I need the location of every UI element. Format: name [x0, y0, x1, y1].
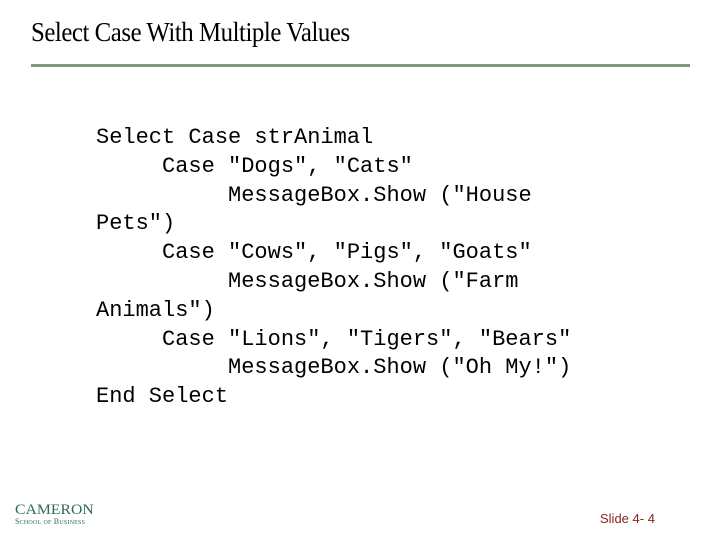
code-line: MessageBox.Show ("Oh My!")	[96, 355, 572, 381]
code-line: End Select	[96, 384, 229, 410]
logo-name: CAMERON	[15, 502, 94, 518]
title-divider	[31, 64, 690, 67]
code-block: Select Case strAnimal Case "Dogs", "Cats…	[96, 124, 571, 412]
code-line: Case "Lions", "Tigers", "Bears"	[96, 326, 572, 352]
code-line: Case "Cows", "Pigs", "Goats"	[96, 240, 532, 266]
logo-subtitle: School of Business	[15, 517, 86, 526]
code-line: MessageBox.Show ("Farm	[96, 268, 519, 294]
code-line: Pets")	[96, 211, 176, 237]
code-line: Case "Dogs", "Cats"	[96, 153, 413, 179]
slide-title: Select Case With Multiple Values	[31, 17, 350, 47]
code-line: Select Case strAnimal	[96, 125, 374, 150]
code-line: Animals")	[96, 297, 215, 323]
slide-number: Slide 4- 4	[600, 511, 655, 526]
code-line: MessageBox.Show ("House	[96, 182, 532, 208]
cameron-logo: CAMERON School of Business	[15, 503, 94, 527]
